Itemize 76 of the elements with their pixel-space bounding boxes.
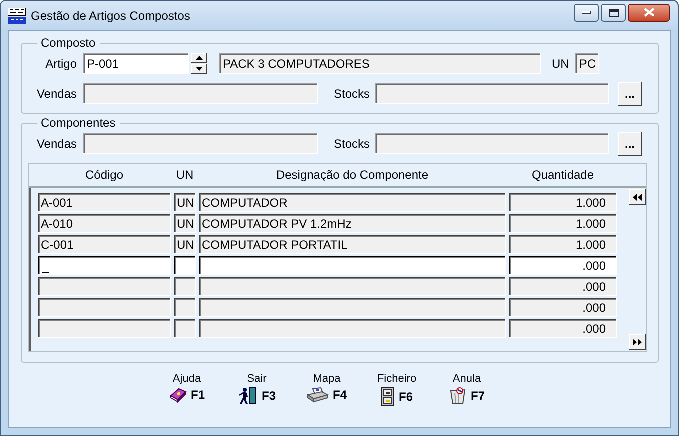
double-left-arrow-icon: [633, 194, 642, 200]
group-title: Composto: [40, 36, 97, 50]
field-label: Artigo: [44, 56, 77, 70]
unit-cell[interactable]: [174, 277, 196, 296]
quantity-cell[interactable]: .000: [509, 319, 617, 338]
description-cell[interactable]: [199, 319, 506, 338]
field-label: Stocks: [334, 136, 369, 150]
minimize-icon: [582, 11, 591, 14]
field-label: Stocks: [334, 86, 369, 100]
printer-icon: [306, 387, 329, 403]
quantity-cell[interactable]: 1.000: [509, 235, 617, 254]
up-arrow-icon: [196, 56, 202, 60]
code-cell[interactable]: C-001: [38, 235, 171, 254]
unit-cell[interactable]: [174, 319, 196, 338]
unit-cell[interactable]: UN: [174, 193, 196, 212]
minimize-button[interactable]: [574, 4, 599, 22]
sales-field[interactable]: [83, 83, 318, 104]
walking-figure-icon: [238, 387, 258, 405]
unit-field[interactable]: PC: [575, 53, 600, 74]
group-title: Componentes: [40, 116, 117, 130]
stocks-field[interactable]: [375, 83, 609, 104]
description-cell[interactable]: COMPUTADOR PV 1.2mHz: [199, 214, 506, 233]
column-header: Designação do Componente: [275, 168, 430, 182]
article-field[interactable]: P-001: [83, 53, 189, 74]
down-arrow-icon: [196, 67, 202, 71]
toolbar-button[interactable]: Ajuda F1: [156, 373, 218, 409]
text-cursor: [42, 272, 49, 273]
filing-cabinet-icon: [380, 387, 395, 407]
maximize-icon: [608, 8, 618, 16]
quantity-cell[interactable]: 1.000: [509, 214, 617, 233]
close-icon: [644, 8, 654, 17]
browse-button[interactable]: ...: [618, 132, 642, 156]
unit-cell[interactable]: UN: [174, 235, 196, 254]
app-icon: [8, 8, 26, 24]
quantity-cell[interactable]: .000: [509, 298, 617, 317]
code-cell[interactable]: [38, 256, 171, 275]
quantity-cell[interactable]: .000: [509, 277, 617, 296]
description-cell[interactable]: [199, 256, 506, 275]
code-cell[interactable]: [38, 319, 171, 338]
toolbar-button[interactable]: Ficheiro F6: [366, 373, 428, 409]
toolbar-button[interactable]: Sair F3: [226, 373, 288, 409]
description-cell[interactable]: [199, 298, 506, 317]
field-label: UN: [552, 56, 570, 70]
code-cell[interactable]: [38, 277, 171, 296]
window-title: Gestão de Artigos Compostos: [31, 8, 192, 22]
scroll-last-button[interactable]: [629, 334, 646, 350]
column-header: Quantidade: [530, 168, 596, 182]
unit-cell[interactable]: [174, 298, 196, 317]
code-cell[interactable]: A-001: [38, 193, 171, 212]
spin-down-button[interactable]: [191, 64, 207, 74]
sales-field[interactable]: [83, 133, 318, 154]
unit-cell[interactable]: UN: [174, 214, 196, 233]
stocks-field[interactable]: [375, 133, 609, 154]
toolbar-button[interactable]: Anula F7: [436, 373, 498, 409]
book-icon: [168, 387, 187, 403]
double-right-arrow-icon: [633, 338, 642, 346]
maximize-button[interactable]: [601, 4, 626, 22]
description-cell[interactable]: COMPUTADOR: [199, 193, 506, 212]
scroll-first-button[interactable]: [629, 189, 646, 205]
code-cell[interactable]: A-010: [38, 214, 171, 233]
code-cell[interactable]: [38, 298, 171, 317]
close-button[interactable]: [628, 4, 670, 22]
description-cell[interactable]: COMPUTADOR PORTATIL: [199, 235, 506, 254]
field-label: Vendas: [36, 136, 77, 150]
trash-bin-icon: [448, 387, 467, 405]
field-label: Vendas: [36, 86, 77, 100]
toolbar-button[interactable]: Mapa F4: [296, 373, 358, 409]
column-header: UN: [175, 168, 195, 182]
browse-button[interactable]: ...: [618, 82, 642, 106]
description-field[interactable]: PACK 3 COMPUTADORES: [219, 53, 541, 74]
unit-cell[interactable]: [174, 256, 196, 275]
quantity-cell[interactable]: .000: [509, 256, 617, 275]
quantity-cell[interactable]: 1.000: [509, 193, 617, 212]
description-cell[interactable]: [199, 277, 506, 296]
column-header: Código: [84, 168, 125, 182]
spin-up-button[interactable]: [191, 53, 207, 63]
